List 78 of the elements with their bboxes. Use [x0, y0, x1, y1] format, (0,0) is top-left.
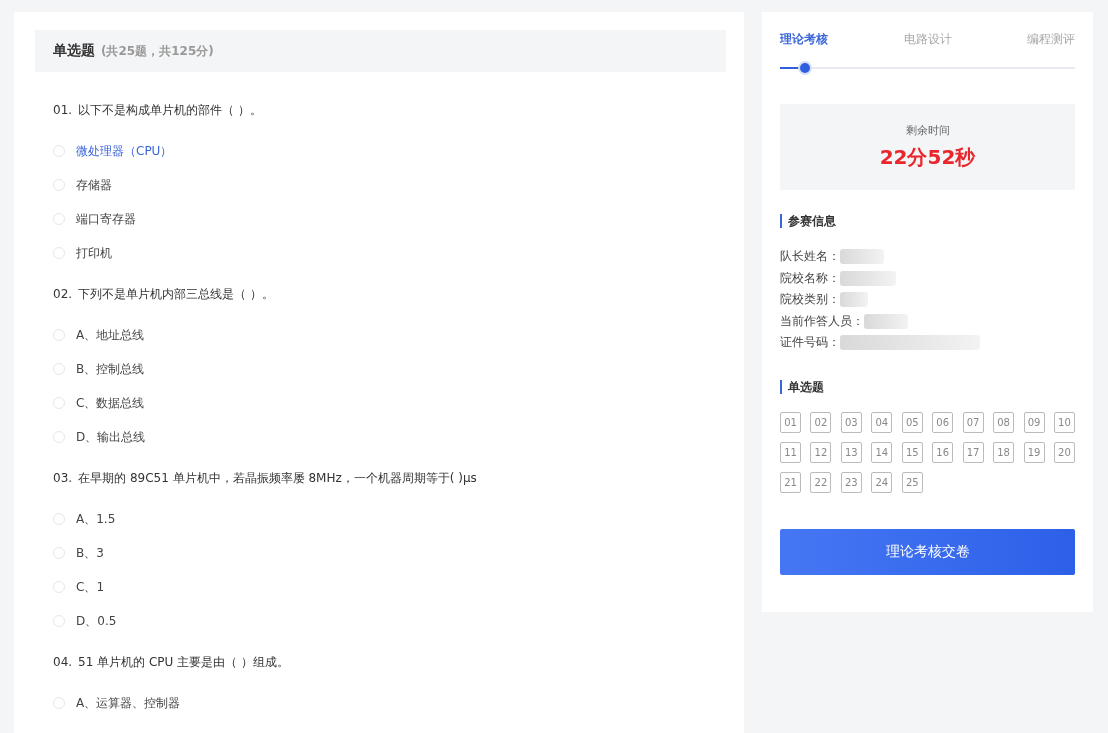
blurred-value	[864, 313, 908, 329]
info-title: 参赛信息	[780, 214, 1075, 228]
question-index-button[interactable]: 10	[1053, 411, 1075, 433]
info-label: 证件号码：	[780, 334, 840, 352]
question-index-button[interactable]: 11	[780, 441, 801, 463]
step-tab[interactable]: 电路设计	[903, 30, 952, 48]
radio-button[interactable]	[53, 179, 65, 191]
blurred-value	[840, 292, 868, 308]
option-label[interactable]: A、地址总线	[76, 326, 145, 344]
radio-button[interactable]	[53, 145, 65, 157]
radio-button[interactable]	[53, 513, 65, 525]
info-label: 队长姓名：	[780, 248, 840, 266]
radio-button[interactable]	[53, 213, 65, 225]
radio-button[interactable]	[53, 329, 65, 341]
question-number: 01.	[53, 103, 73, 117]
question-index-button[interactable]: 22	[810, 471, 832, 493]
info-label: 当前作答人员：	[780, 312, 864, 330]
option-label[interactable]: B、控制总线	[76, 360, 145, 378]
option-label[interactable]: 微处理器（CPU）	[76, 142, 173, 160]
step-tab[interactable]: 理论考核	[780, 30, 828, 48]
question-index-button[interactable]: 16	[932, 441, 954, 463]
question-index-button[interactable]: 09	[1023, 411, 1045, 433]
question-index-button[interactable]: 03	[840, 411, 862, 433]
answer-sheet-title: 单选题	[780, 379, 1075, 394]
question-number: 03.	[53, 471, 73, 485]
radio-button[interactable]	[53, 581, 65, 593]
step-tab[interactable]: 编程测评	[1027, 30, 1075, 48]
question-index-button[interactable]: 18	[993, 441, 1015, 463]
option-label[interactable]: B、3	[76, 544, 104, 562]
question-index-button[interactable]: 23	[840, 471, 862, 493]
question-text: 51 单片机的 CPU 主要是由（ ）组成。	[78, 653, 290, 671]
question-index-button[interactable]: 19	[1023, 441, 1045, 463]
option-label[interactable]: 端口寄存器	[76, 210, 136, 228]
radio-button[interactable]	[53, 697, 65, 709]
question-number: 04.	[53, 655, 73, 669]
option-label[interactable]: D、输出总线	[76, 428, 146, 446]
question-index-button[interactable]: 25	[901, 471, 923, 493]
section-summary: (共25题，共125分)	[101, 42, 214, 60]
question-index-button[interactable]: 15	[901, 441, 923, 463]
option-label[interactable]: 存储器	[76, 176, 112, 194]
question-text: 下列不是单片机内部三总线是（ ）。	[78, 285, 274, 303]
radio-button[interactable]	[53, 247, 65, 259]
question-index-button[interactable]: 06	[932, 411, 954, 433]
question-index-button[interactable]: 04	[871, 411, 893, 433]
timer-label: 剩余时间	[905, 123, 950, 138]
blurred-value	[840, 249, 884, 265]
question-index-button[interactable]: 05	[901, 411, 923, 433]
question-index-button[interactable]: 12	[810, 441, 832, 463]
option-label[interactable]: 打印机	[76, 244, 112, 262]
question-index-button[interactable]: 24	[871, 471, 893, 493]
question-index-button[interactable]: 08	[993, 411, 1015, 433]
question-index-button[interactable]: 13	[840, 441, 862, 463]
question-index-button[interactable]: 17	[962, 441, 984, 463]
question-index-button[interactable]: 01	[780, 411, 801, 433]
question-number: 02.	[53, 287, 73, 301]
option-label[interactable]: A、1.5	[76, 510, 116, 528]
info-label: 院校名称：	[780, 269, 840, 287]
question-text: 在早期的 89C51 单片机中，若晶振频率屡 8MHz，一个机器周期等于( )μs	[78, 469, 477, 487]
question-index-button[interactable]: 14	[871, 441, 893, 463]
question-index-button[interactable]: 02	[810, 411, 832, 433]
info-label: 院校类别：	[780, 291, 840, 309]
question-index-button[interactable]: 21	[780, 471, 801, 493]
question-text: 以下不是构成单片机的部件（ ）。	[78, 101, 262, 119]
radio-button[interactable]	[53, 431, 65, 443]
radio-button[interactable]	[53, 397, 65, 409]
radio-button[interactable]	[53, 547, 65, 559]
radio-button[interactable]	[53, 363, 65, 375]
option-label[interactable]: C、1	[76, 578, 104, 596]
question-index-button[interactable]: 20	[1053, 441, 1075, 463]
option-label[interactable]: A、运算器、控制器	[76, 694, 181, 712]
option-label[interactable]: C、数据总线	[76, 394, 145, 412]
question-index-button[interactable]: 07	[962, 411, 984, 433]
section-title: 单选题	[53, 42, 95, 60]
option-label[interactable]: D、0.5	[76, 612, 117, 630]
radio-button[interactable]	[53, 615, 65, 627]
timer-value: 22分52秒	[879, 144, 976, 171]
blurred-value	[840, 270, 896, 286]
submit-button[interactable]: 理论考核交卷	[780, 528, 1075, 575]
